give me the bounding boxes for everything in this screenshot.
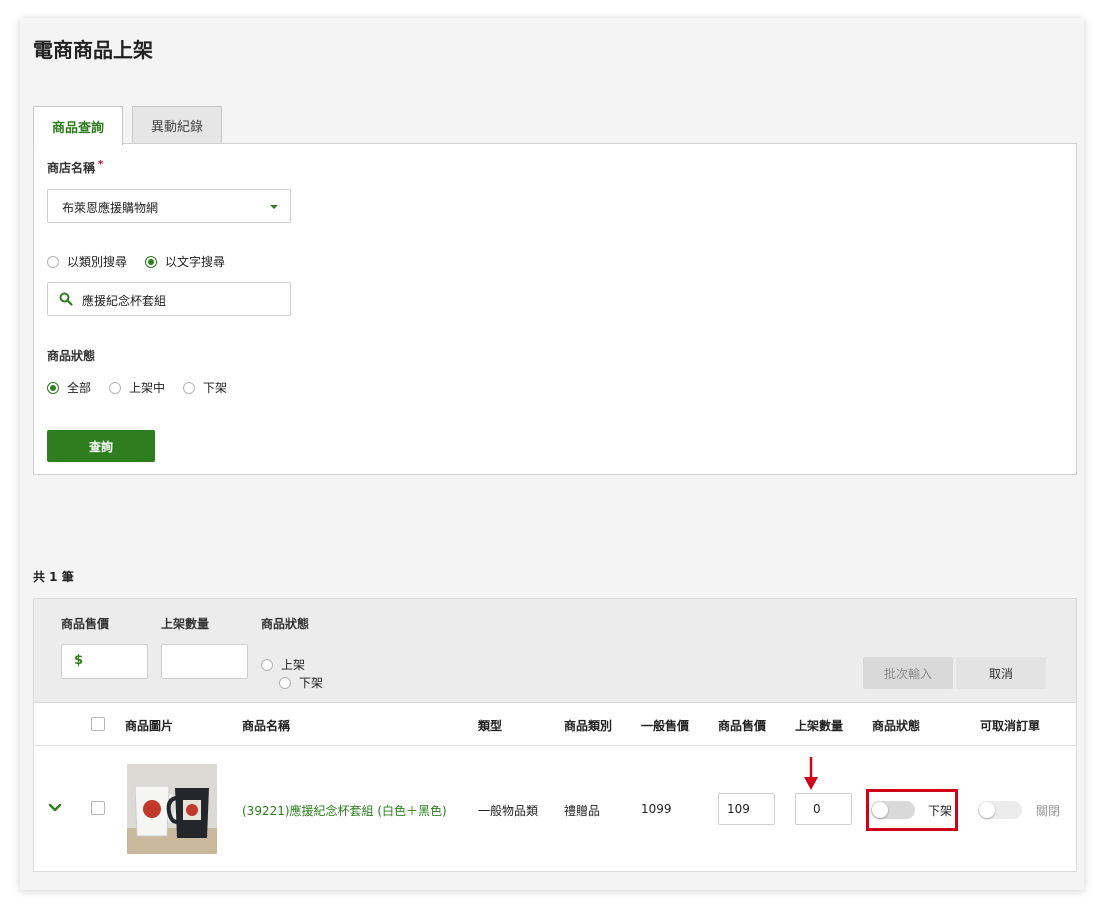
sale-price-input[interactable]: 109 — [718, 793, 775, 825]
radio-status-delisted-label: 下架 — [203, 381, 228, 395]
toggle-knob — [872, 802, 888, 818]
quantity-value: 0 — [813, 802, 821, 816]
radio-circle-icon — [47, 255, 59, 268]
cell-category: 禮贈品 — [564, 804, 601, 818]
col-status: 商品狀態 — [872, 719, 921, 733]
page-title: 電商商品上架 — [33, 38, 153, 62]
chevron-down-icon — [270, 205, 278, 209]
radio-status-listed-label: 上架中 — [129, 381, 166, 395]
radio-search-by-category-label: 以類別搜尋 — [67, 255, 128, 269]
batch-radio-delisted-label: 下架 — [299, 676, 324, 690]
col-quantity: 上架數量 — [795, 719, 844, 733]
batch-radio-listed[interactable]: 上架 — [261, 656, 305, 673]
cancelable-toggle[interactable] — [978, 801, 1022, 819]
batch-radio-delisted[interactable]: 下架 — [279, 674, 323, 691]
search-icon — [59, 292, 73, 306]
radio-circle-icon — [109, 381, 122, 394]
col-type: 類型 — [478, 719, 503, 733]
batch-qty-label: 上架數量 — [161, 617, 210, 631]
tab-product-query[interactable]: 商品查詢 — [33, 106, 123, 145]
batch-input-button[interactable]: 批次輸入 — [863, 657, 953, 689]
query-button[interactable]: 查詢 — [47, 430, 155, 462]
batch-status-label: 商品狀態 — [261, 617, 310, 631]
sale-price-value: 109 — [727, 802, 750, 816]
query-panel: 商店名稱* 布萊恩應援購物網 以類別搜尋 以文字搜尋 應援紀念杯套組 商品狀態 — [33, 143, 1077, 475]
tab-change-log[interactable]: 異動紀錄 — [132, 106, 222, 144]
search-mode-group: 以類別搜尋 以文字搜尋 — [47, 253, 243, 270]
store-name-label-text: 商店名稱 — [47, 161, 96, 175]
product-name-link[interactable]: (39221)應援紀念杯套組 (白色＋黑色) — [242, 802, 447, 819]
batch-edit-panel: 商品售價 上架數量 商品狀態 $ 上架 下架 批次輸入 取消 — [33, 598, 1077, 703]
arrow-down-icon — [804, 757, 818, 790]
radio-search-by-text-label: 以文字搜尋 — [165, 255, 226, 269]
radio-search-by-category[interactable]: 以類別搜尋 — [47, 253, 127, 270]
store-name-label: 商店名稱 * — [47, 159, 103, 176]
col-cancelable: 可取消訂單 — [980, 719, 1041, 733]
search-input[interactable]: 應援紀念杯套組 — [47, 282, 291, 316]
required-mark: * — [98, 159, 104, 170]
cell-type: 一般物品類 — [478, 804, 539, 818]
batch-radio-listed-label: 上架 — [281, 658, 306, 672]
col-name: 商品名稱 — [242, 719, 291, 733]
store-select-value: 布萊恩應援購物網 — [62, 201, 159, 215]
batch-price-input[interactable]: $ — [61, 644, 148, 679]
col-regular-price: 一般售價 — [641, 719, 690, 733]
quantity-input[interactable]: 0 — [795, 793, 852, 825]
col-sale-price: 商品售價 — [718, 719, 767, 733]
batch-cancel-button[interactable]: 取消 — [956, 657, 1046, 689]
search-input-value: 應援紀念杯套組 — [82, 294, 167, 308]
radio-circle-icon — [261, 658, 273, 671]
total-count: 共 1 筆 — [33, 570, 74, 584]
product-image — [127, 764, 217, 854]
radio-selected-icon — [145, 255, 158, 268]
table-header: 商品圖片 商品名稱 類型 商品類別 一般售價 商品售價 上架數量 商品狀態 可取… — [34, 703, 1076, 746]
radio-status-all-label: 全部 — [67, 381, 92, 395]
product-table: 商品圖片 商品名稱 類型 商品類別 一般售價 商品售價 上架數量 商品狀態 可取… — [33, 703, 1077, 872]
status-filter-group: 全部 上架中 下架 — [47, 379, 245, 396]
chevron-down-icon[interactable] — [48, 803, 62, 813]
status-toggle-label: 下架 — [928, 804, 953, 818]
radio-status-delisted[interactable]: 下架 — [183, 379, 227, 396]
radio-status-all[interactable]: 全部 — [47, 379, 91, 396]
status-toggle[interactable] — [871, 801, 915, 819]
radio-circle-icon — [279, 676, 291, 689]
col-category: 商品類別 — [564, 719, 613, 733]
cancelable-toggle-label: 關閉 — [1036, 804, 1061, 818]
radio-circle-icon — [183, 381, 196, 394]
batch-qty-input[interactable] — [161, 644, 248, 679]
radio-status-listed[interactable]: 上架中 — [109, 379, 165, 396]
batch-price-label: 商品售價 — [61, 617, 110, 631]
product-status-label: 商品狀態 — [47, 349, 96, 363]
currency-symbol: $ — [74, 653, 84, 668]
toggle-knob — [979, 802, 995, 818]
select-all-checkbox[interactable] — [91, 717, 105, 731]
radio-selected-icon — [47, 381, 59, 394]
main-card: 電商商品上架 商品查詢 異動紀錄 商店名稱 * 布萊恩應援購物網 以類別搜尋 以文… — [20, 18, 1084, 890]
store-select[interactable]: 布萊恩應援購物網 — [47, 189, 291, 223]
cell-regular-price: 1099 — [641, 802, 672, 816]
table-row: (39221)應援紀念杯套組 (白色＋黑色) 一般物品類 禮贈品 1099 10… — [34, 745, 1076, 871]
row-checkbox[interactable] — [91, 801, 105, 815]
radio-search-by-text[interactable]: 以文字搜尋 — [145, 253, 225, 270]
col-image: 商品圖片 — [125, 719, 174, 733]
